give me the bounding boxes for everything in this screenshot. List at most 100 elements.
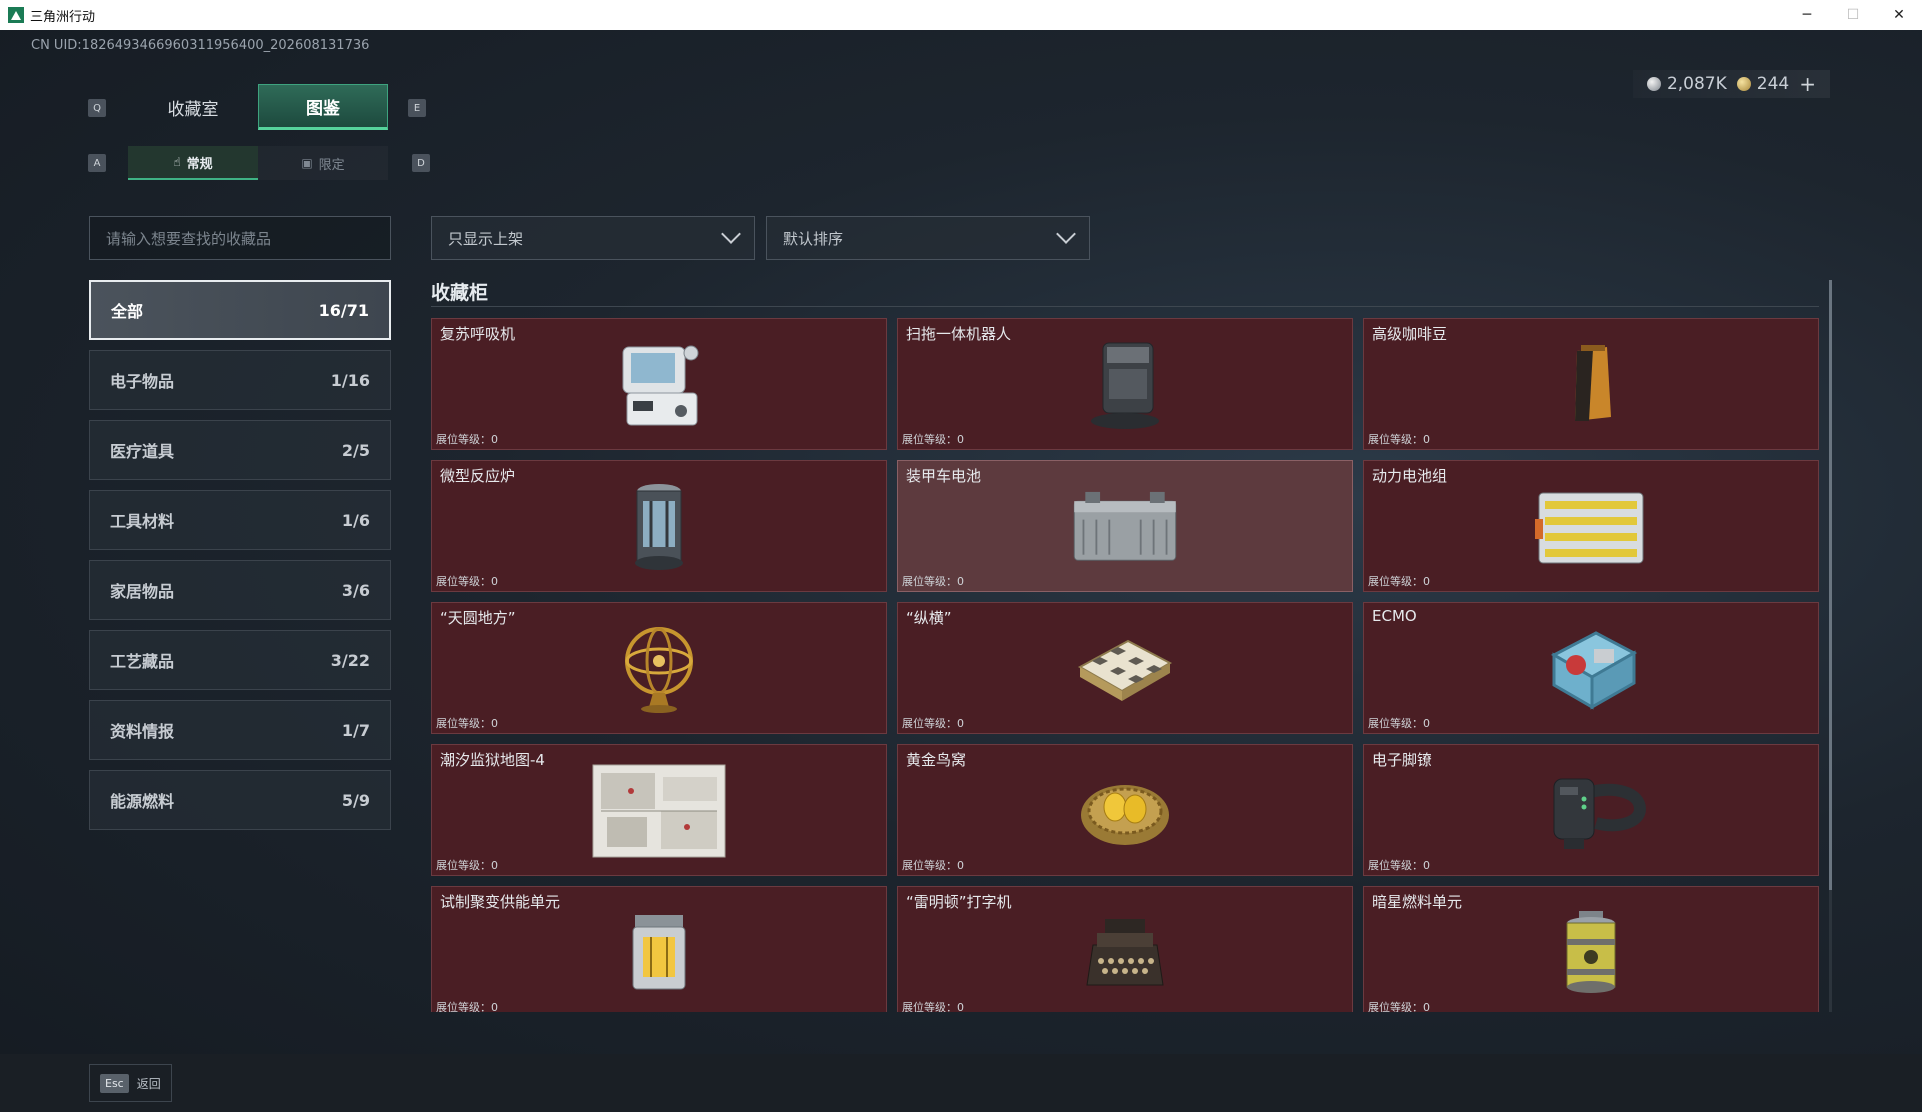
close-icon[interactable]: ✕: [1876, 0, 1922, 30]
collection-card[interactable]: 扫拖一体机器人 展位等级：0: [897, 318, 1353, 450]
add-currency-button[interactable]: +: [1799, 72, 1816, 96]
vehicle-battery-icon: [1065, 475, 1185, 579]
display-level: 展位等级：0: [902, 1001, 964, 1012]
display-level: 展位等级：0: [436, 433, 498, 446]
tab-collection-room[interactable]: 收藏室: [128, 84, 258, 130]
display-level: 展位等级：0: [1368, 575, 1430, 588]
category-label: 医疗道具: [110, 442, 175, 461]
collection-card[interactable]: 潮汐监狱地图-4 展位等级：0: [431, 744, 887, 876]
back-button[interactable]: Esc 返回: [89, 1064, 172, 1102]
user-uid: CN UID:1826493466960311956400_2026081317…: [31, 38, 370, 53]
category-label: 资料情报: [110, 722, 175, 741]
category-label: 电子物品: [110, 372, 175, 391]
collection-card[interactable]: 微型反应炉 展位等级：0: [431, 460, 887, 592]
main-tabs: 收藏室 图鉴: [128, 84, 388, 130]
display-level: 展位等级：0: [1368, 717, 1430, 730]
display-level: 展位等级：0: [436, 859, 498, 872]
gold-currency: 244: [1736, 74, 1790, 94]
collection-card[interactable]: “纵横” 展位等级：0: [897, 602, 1353, 734]
app-logo-icon: [8, 7, 24, 23]
category-list: 全部 16/71 电子物品 1/16 医疗道具 2/5 工具材料 1/6 家居物…: [89, 280, 391, 840]
category-label: 工具材料: [110, 512, 175, 531]
category-label: 能源燃料: [110, 792, 175, 811]
collection-card[interactable]: 暗星燃料单元 展位等级：0: [1363, 886, 1819, 1012]
fuel-canister-icon: [1531, 901, 1651, 1005]
collection-card[interactable]: 试制聚变供能单元 展位等级：0: [431, 886, 887, 1012]
sort-dropdown[interactable]: 默认排序: [766, 216, 1090, 260]
reactor-icon: [599, 475, 719, 579]
bottom-bar: [0, 1054, 1922, 1112]
tab-catalog[interactable]: 图鉴: [258, 84, 388, 130]
category-home[interactable]: 家居物品 3/6: [89, 560, 391, 620]
chessboard-icon: [1065, 617, 1185, 721]
collection-card[interactable]: “天圆地方” 展位等级：0: [431, 602, 887, 734]
battery-pack-icon: [1531, 475, 1651, 579]
subtab-regular-label: 常规: [186, 156, 213, 172]
search-input[interactable]: 请输入想要查找的收藏品: [89, 216, 391, 260]
category-crafts[interactable]: 工艺藏品 3/22: [89, 630, 391, 690]
key-hint-prev-subtab: A: [88, 154, 106, 172]
category-intel[interactable]: 资料情报 1/7: [89, 700, 391, 760]
category-count: 1/6: [341, 510, 370, 530]
chevron-down-icon: [1056, 224, 1076, 244]
collection-card[interactable]: 黄金鸟窝 展位等级：0: [897, 744, 1353, 876]
window-title: 三角洲行动: [30, 9, 96, 25]
sub-tabs: ☝ 常规 ▣ 限定: [128, 146, 388, 180]
item-name: “天圆地方”: [440, 609, 516, 627]
item-name: 动力电池组: [1372, 467, 1448, 485]
category-count: 3/6: [341, 580, 370, 600]
collection-card[interactable]: 高级咖啡豆 展位等级：0: [1363, 318, 1819, 450]
collection-card[interactable]: “雷明顿”打字机 展位等级：0: [897, 886, 1353, 1012]
collection-card[interactable]: 复苏呼吸机 展位等级：0: [431, 318, 887, 450]
collection-grid-viewport: 复苏呼吸机 展位等级：0 扫拖一体机器人 展位等级：0 高级咖啡豆 展位等级：0…: [431, 318, 1821, 1012]
category-label: 家居物品: [110, 582, 175, 601]
map-icon: [591, 759, 727, 863]
display-level: 展位等级：0: [902, 575, 964, 588]
subtab-limited[interactable]: ▣ 限定: [258, 146, 388, 180]
typewriter-icon: [1065, 901, 1185, 1005]
item-name: 黄金鸟窝: [906, 751, 967, 769]
maximize-icon[interactable]: ☐: [1830, 0, 1876, 30]
item-name: ECMO: [1372, 607, 1417, 625]
item-name: 扫拖一体机器人: [906, 325, 1012, 343]
item-name: “雷明顿”打字机: [906, 893, 1012, 911]
item-name: 高级咖啡豆: [1372, 325, 1448, 343]
gold-amount: 244: [1756, 74, 1790, 94]
collection-card[interactable]: 电子脚镣 展位等级：0: [1363, 744, 1819, 876]
category-energy[interactable]: 能源燃料 5/9: [89, 770, 391, 830]
category-tools[interactable]: 工具材料 1/6: [89, 490, 391, 550]
display-filter-dropdown[interactable]: 只显示上架: [431, 216, 755, 260]
subtab-regular[interactable]: ☝ 常规: [128, 146, 258, 180]
category-medical[interactable]: 医疗道具 2/5: [89, 420, 391, 480]
subtab-limited-label: 限定: [318, 157, 345, 173]
category-count: 1/7: [341, 720, 370, 740]
minimize-icon[interactable]: ─: [1784, 0, 1830, 30]
category-count: 5/9: [341, 790, 370, 810]
collection-card[interactable]: 装甲车电池 展位等级：0: [897, 460, 1353, 592]
category-all[interactable]: 全部 16/71: [89, 280, 391, 340]
item-name: 试制聚变供能单元: [440, 893, 561, 911]
item-name: 潮汐监狱地图-4: [440, 751, 545, 769]
section-title: 收藏柜: [431, 282, 489, 304]
chevron-down-icon: [721, 224, 741, 244]
ventilator-icon: [599, 333, 719, 437]
gold-coin-icon: [1736, 77, 1751, 91]
display-level: 展位等级：0: [1368, 1001, 1430, 1012]
key-hint-next-subtab: D: [412, 154, 430, 172]
category-label: 工艺藏品: [110, 652, 175, 671]
category-count: 2/5: [341, 440, 370, 460]
category-count: 3/22: [330, 650, 370, 670]
display-level: 展位等级：0: [436, 575, 498, 588]
fusion-unit-icon: [599, 901, 719, 1005]
category-label: 全部: [111, 302, 144, 321]
window-titlebar: 三角洲行动 ─ ☐ ✕: [0, 0, 1922, 30]
ankle-monitor-icon: [1531, 759, 1651, 863]
category-electronics[interactable]: 电子物品 1/16: [89, 350, 391, 410]
robot-vacuum-icon: [1065, 333, 1185, 437]
collection-card[interactable]: ECMO 展位等级：0: [1363, 602, 1819, 734]
scrollbar-thumb[interactable]: [1829, 280, 1832, 890]
category-count: 1/16: [330, 370, 370, 390]
collection-card[interactable]: 动力电池组 展位等级：0: [1363, 460, 1819, 592]
silver-amount: 2,087K: [1666, 74, 1727, 94]
display-filter-value: 只显示上架: [448, 229, 524, 248]
